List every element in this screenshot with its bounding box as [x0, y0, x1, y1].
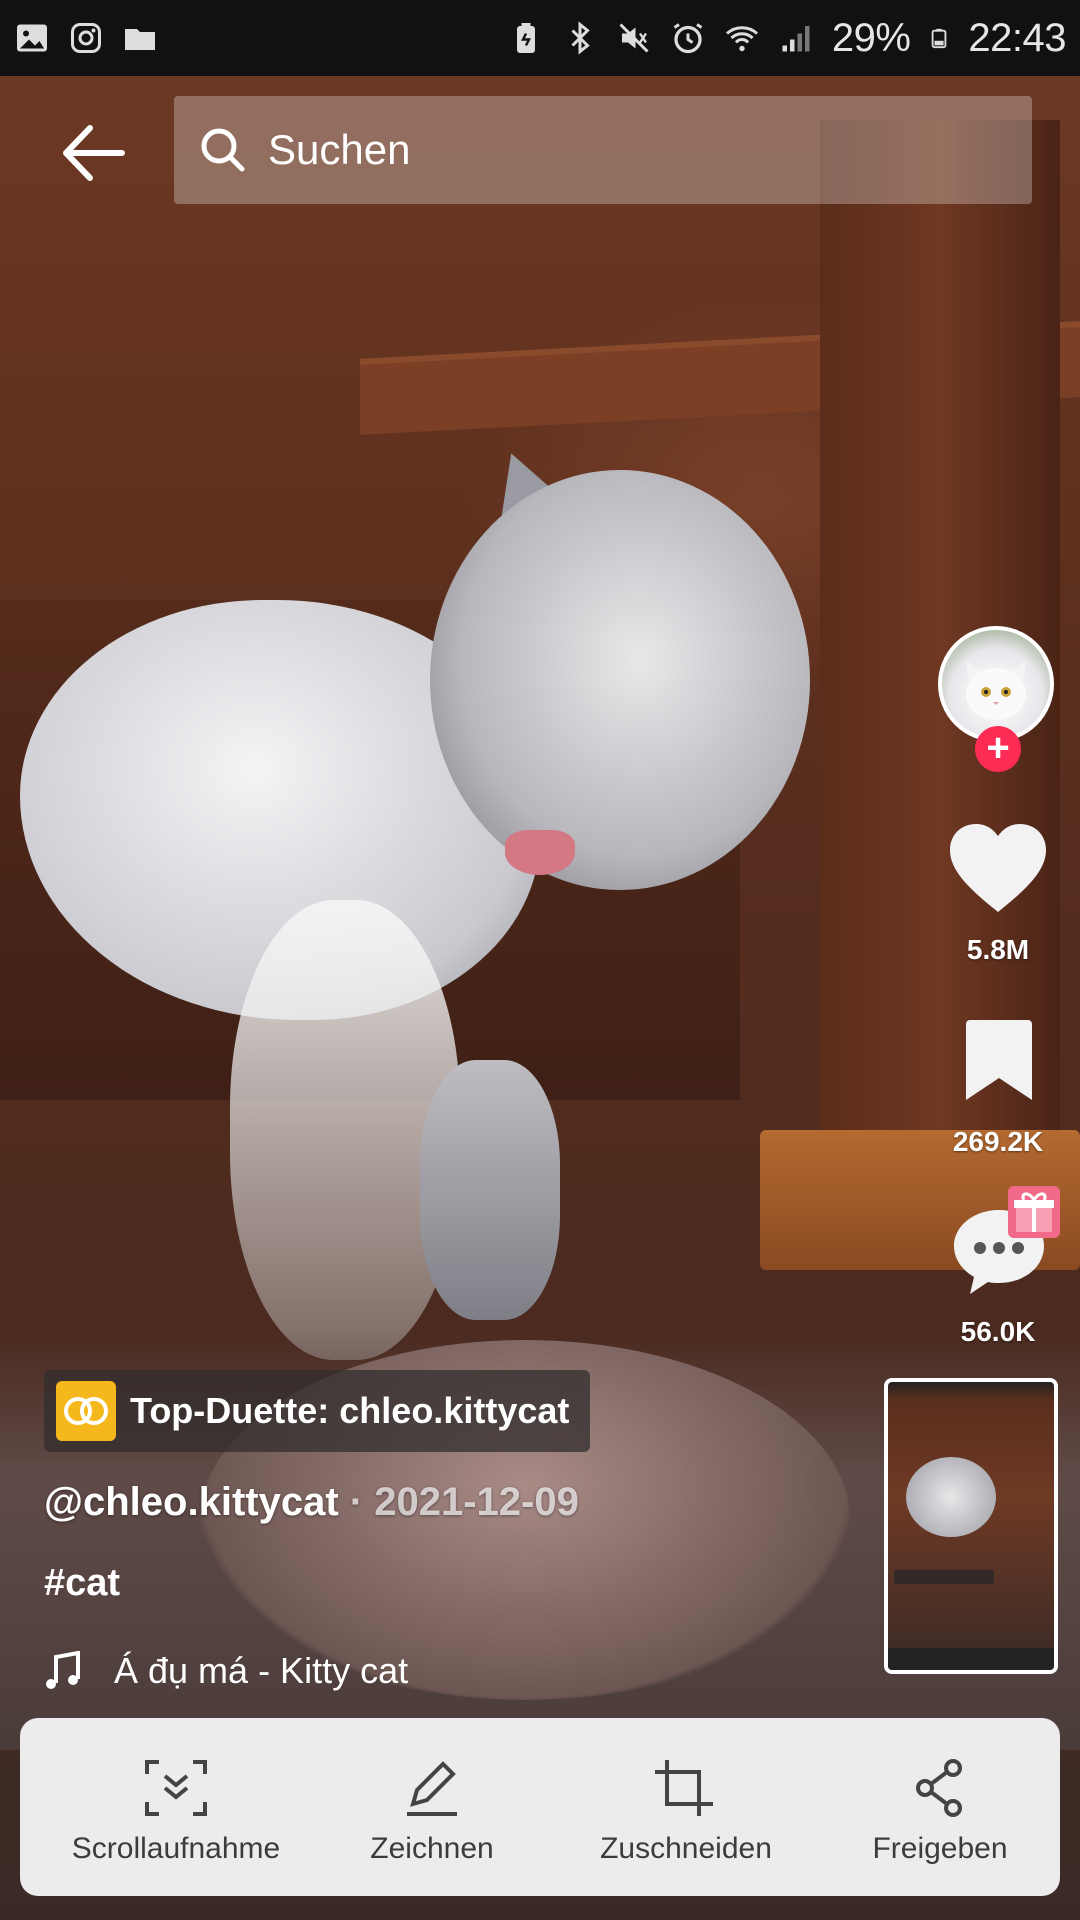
battery-icon — [932, 28, 947, 49]
pen-icon — [407, 1761, 457, 1816]
creator-line: @chleo.kittycat · 2021-12-09 — [44, 1480, 579, 1525]
capture-toolbar: Scrollaufnahme Zeichnen Zuschneiden Frei… — [20, 1718, 1060, 1896]
bluetooth-icon — [571, 21, 590, 55]
top-duets-chip[interactable]: Top-Duette: chleo.kittycat — [44, 1370, 590, 1452]
scroll-capture-label: Scrollaufnahme — [71, 1832, 281, 1865]
share-label: Freigeben — [872, 1832, 1008, 1865]
scroll-capture-button[interactable]: Scrollaufnahme — [46, 1718, 306, 1896]
like-count: 5.8M — [966, 934, 1030, 965]
sound-title: Á đụ má - Kitty cat — [114, 1650, 409, 1691]
cat-paw — [420, 1060, 560, 1320]
folder-icon — [125, 29, 155, 50]
follow-button[interactable]: + — [975, 726, 1021, 772]
scroll-capture-icon — [145, 1760, 207, 1816]
crop-button[interactable]: Zuschneiden — [556, 1718, 816, 1896]
share-icon — [916, 1759, 962, 1817]
thumbnail-cat — [906, 1457, 996, 1537]
status-bar-right: 29% 22:43 — [508, 16, 1066, 61]
search-placeholder: Suchen — [268, 126, 411, 173]
bookmark-icon[interactable] — [962, 1018, 1036, 1102]
cat-avatar-icon — [966, 660, 1026, 720]
thumbnail-chip — [894, 1570, 994, 1584]
instagram-icon — [71, 23, 101, 53]
signal-icon — [782, 26, 810, 52]
screenshot-thumbnail[interactable] — [884, 1378, 1058, 1674]
post-date: 2021-12-09 — [374, 1480, 579, 1524]
gift-icon[interactable] — [1008, 1186, 1060, 1238]
separator: · — [338, 1480, 375, 1524]
battery-percent: 29% — [831, 15, 911, 60]
draw-button[interactable]: Zeichnen — [302, 1718, 562, 1896]
wifi-icon — [725, 26, 758, 52]
share-button[interactable]: Freigeben — [810, 1718, 1070, 1896]
creator-username[interactable]: @chleo.kittycat — [44, 1480, 339, 1524]
thumbnail-bottom-bar — [888, 1648, 1054, 1670]
comment-count: 56.0K — [960, 1316, 1036, 1347]
sound-line[interactable]: Á đụ má - Kitty cat — [44, 1650, 408, 1692]
draw-label: Zeichnen — [370, 1832, 494, 1865]
cat-mouth — [505, 830, 575, 875]
status-bar: 29% 22:43 — [0, 0, 1080, 76]
hashtag[interactable]: #cat — [44, 1562, 120, 1605]
heart-icon[interactable] — [948, 822, 1048, 914]
creator-avatar[interactable] — [938, 626, 1054, 742]
duet-icon — [56, 1381, 116, 1441]
search-bar[interactable]: Suchen — [174, 96, 1032, 204]
crop-icon — [655, 1760, 713, 1816]
cat-head — [430, 470, 810, 890]
gallery-icon — [17, 24, 47, 52]
status-bar-left — [14, 20, 158, 56]
battery-saver-icon — [516, 23, 535, 53]
music-note-icon — [46, 1651, 80, 1689]
search-icon — [201, 128, 245, 172]
alarm-icon — [673, 23, 703, 54]
clock: 22:43 — [968, 15, 1066, 60]
save-count: 269.2K — [952, 1126, 1044, 1157]
top-duets-label: Top-Duette: chleo.kittycat — [130, 1390, 570, 1431]
mute-icon — [619, 23, 649, 53]
arrow-left-icon[interactable] — [58, 120, 128, 186]
crop-label: Zuschneiden — [600, 1832, 772, 1865]
